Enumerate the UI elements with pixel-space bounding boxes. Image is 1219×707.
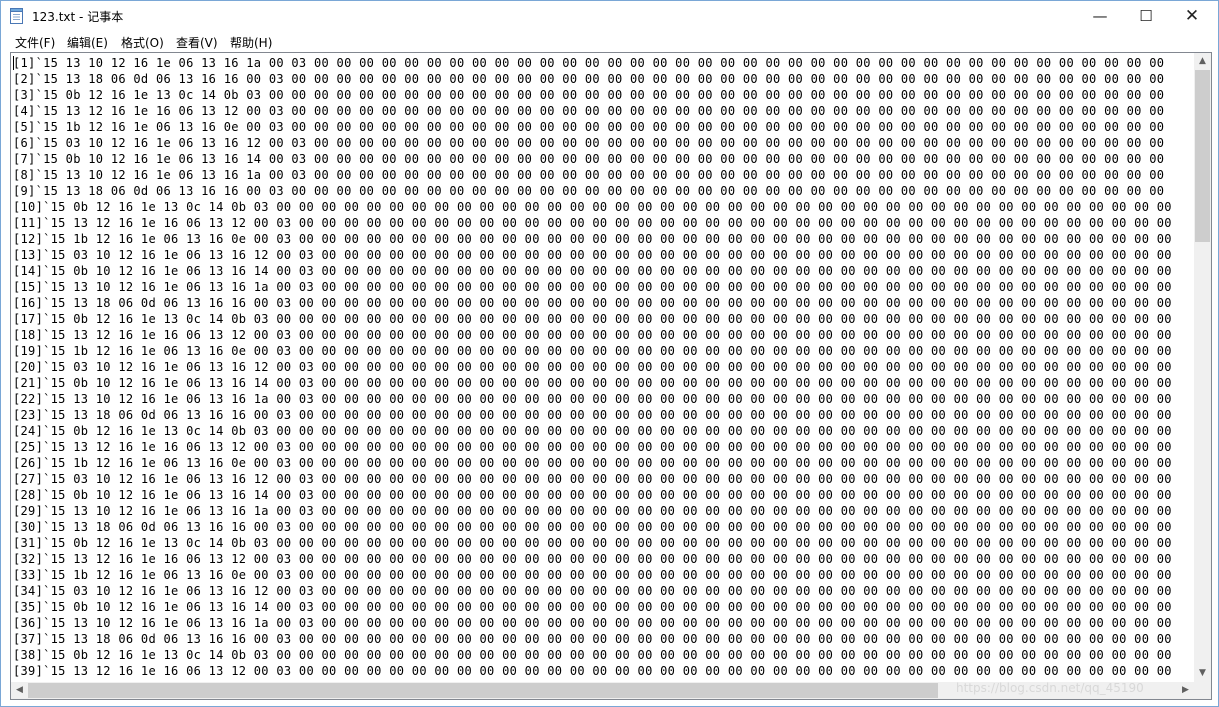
text-line: [11]`15 13 12 16 1e 16 06 13 12 00 03 00… [13,216,1172,230]
text-line: [26]`15 1b 12 16 1e 06 13 16 0e 00 03 00… [13,456,1172,470]
text-editor[interactable]: [1]`15 13 10 12 16 1e 06 13 16 1a 00 03 … [10,52,1212,700]
text-line: [17]`15 0b 12 16 1e 13 0c 14 0b 03 00 00… [13,312,1172,326]
text-line: [32]`15 13 12 16 1e 16 06 13 12 00 03 00… [13,552,1172,566]
text-line: [28]`15 0b 10 12 16 1e 06 13 16 14 00 03… [13,488,1172,502]
text-line: [3]`15 0b 12 16 1e 13 0c 14 0b 03 00 00 … [13,88,1165,102]
text-line: [1]`15 13 10 12 16 1e 06 13 16 1a 00 03 … [13,56,1165,70]
menu-bar: 文件(F) 编辑(E) 格式(O) 查看(V) 帮助(H) [1,31,1218,51]
text-line: [10]`15 0b 12 16 1e 13 0c 14 0b 03 00 00… [13,200,1172,214]
horizontal-scroll-thumb[interactable] [28,683,938,698]
text-line: [8]`15 13 10 12 16 1e 06 13 16 1a 00 03 … [13,168,1165,182]
menu-help[interactable]: 帮助(H) [230,34,272,51]
text-line: [33]`15 1b 12 16 1e 06 13 16 0e 00 03 00… [13,568,1172,582]
title-bar[interactable]: 123.txt - 记事本 — ☐ ✕ [1,1,1218,31]
text-line: [23]`15 13 18 06 0d 06 13 16 16 00 03 00… [13,408,1172,422]
scrollbar-corner [1194,682,1211,699]
text-line: [15]`15 13 10 12 16 1e 06 13 16 1a 00 03… [13,280,1172,294]
menu-format[interactable]: 格式(O) [121,34,164,51]
text-line: [30]`15 13 18 06 0d 06 13 16 16 00 03 00… [13,520,1172,534]
menu-edit[interactable]: 编辑(E) [67,34,108,51]
menu-file[interactable]: 文件(F) [15,34,55,51]
text-line: [24]`15 0b 12 16 1e 13 0c 14 0b 03 00 00… [13,424,1172,438]
text-line: [14]`15 0b 10 12 16 1e 06 13 16 14 00 03… [13,264,1172,278]
text-area[interactable]: [1]`15 13 10 12 16 1e 06 13 16 1a 00 03 … [11,54,1194,682]
text-line: [35]`15 0b 10 12 16 1e 06 13 16 14 00 03… [13,600,1172,614]
text-line: [19]`15 1b 12 16 1e 06 13 16 0e 00 03 00… [13,344,1172,358]
text-line: [6]`15 03 10 12 16 1e 06 13 16 12 00 03 … [13,136,1165,150]
scroll-right-icon[interactable]: ▶ [1177,682,1194,699]
window-title: 123.txt - 记事本 [32,10,124,24]
text-line: [34]`15 03 10 12 16 1e 06 13 16 12 00 03… [13,584,1172,598]
text-line: [16]`15 13 18 06 0d 06 13 16 16 00 03 00… [13,296,1172,310]
text-line: [25]`15 13 12 16 1e 16 06 13 12 00 03 00… [13,440,1172,454]
scroll-down-icon[interactable]: ▼ [1194,665,1211,682]
minimize-button[interactable]: — [1077,1,1123,31]
text-line: [31]`15 0b 12 16 1e 13 0c 14 0b 03 00 00… [13,536,1172,550]
text-line: [22]`15 13 10 12 16 1e 06 13 16 1a 00 03… [13,392,1172,406]
text-line: [38]`15 0b 12 16 1e 13 0c 14 0b 03 00 00… [13,648,1172,662]
text-line: [18]`15 13 12 16 1e 16 06 13 12 00 03 00… [13,328,1172,342]
text-line: [12]`15 1b 12 16 1e 06 13 16 0e 00 03 00… [13,232,1172,246]
text-line: [36]`15 13 10 12 16 1e 06 13 16 1a 00 03… [13,616,1172,630]
text-line: [13]`15 03 10 12 16 1e 06 13 16 12 00 03… [13,248,1172,262]
maximize-button[interactable]: ☐ [1123,1,1169,31]
text-line: [5]`15 1b 12 16 1e 06 13 16 0e 00 03 00 … [13,120,1165,134]
text-line: [7]`15 0b 10 12 16 1e 06 13 16 14 00 03 … [13,152,1165,166]
notepad-window: 123.txt - 记事本 — ☐ ✕ 文件(F) 编辑(E) 格式(O) 查看… [0,0,1219,707]
vertical-scroll-thumb[interactable] [1195,70,1210,242]
text-line: [2]`15 13 18 06 0d 06 13 16 16 00 03 00 … [13,72,1165,86]
text-line: [9]`15 13 18 06 0d 06 13 16 16 00 03 00 … [13,184,1165,198]
text-line: [39]`15 13 12 16 1e 16 06 13 12 00 03 00… [13,664,1172,678]
text-line: [29]`15 13 10 12 16 1e 06 13 16 1a 00 03… [13,504,1172,518]
text-line: [37]`15 13 18 06 0d 06 13 16 16 00 03 00… [13,632,1172,646]
notepad-icon [10,8,23,24]
text-line: [4]`15 13 12 16 1e 16 06 13 12 00 03 00 … [13,104,1165,118]
text-line: [27]`15 03 10 12 16 1e 06 13 16 12 00 03… [13,472,1172,486]
scroll-left-icon[interactable]: ◀ [11,682,28,699]
text-line: [20]`15 03 10 12 16 1e 06 13 16 12 00 03… [13,360,1172,374]
menu-view[interactable]: 查看(V) [176,34,218,51]
text-line: [21]`15 0b 10 12 16 1e 06 13 16 14 00 03… [13,376,1172,390]
watermark-text: https://blog.csdn.net/qq_45190 [956,681,1144,695]
vertical-scrollbar[interactable]: ▲ ▼ [1194,53,1211,682]
scroll-up-icon[interactable]: ▲ [1194,53,1211,70]
close-button[interactable]: ✕ [1169,1,1215,31]
